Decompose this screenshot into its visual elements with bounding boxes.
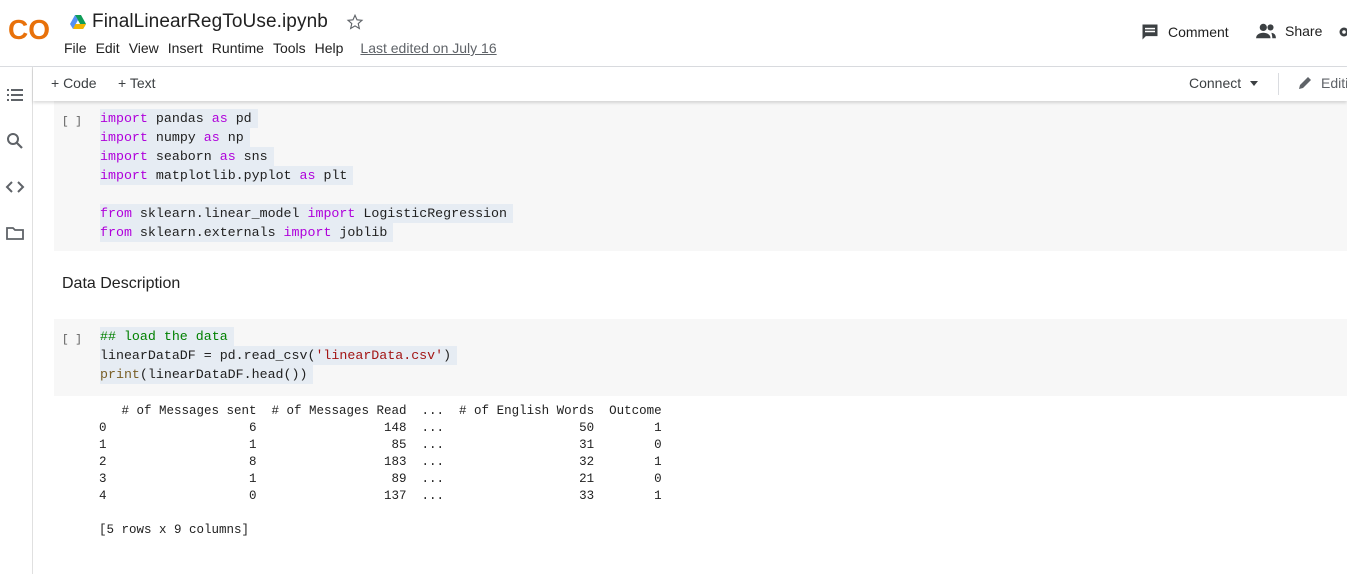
settings-icon[interactable] xyxy=(1338,25,1347,39)
search-icon[interactable] xyxy=(5,131,25,151)
code-line: import matplotlib.pyplot as plt xyxy=(100,166,354,185)
code-editor[interactable]: import pandas as pd import numpy as np imp… xyxy=(100,109,513,242)
connect-label: Connect xyxy=(1189,75,1242,91)
comment-icon xyxy=(1142,24,1158,40)
code-line: print(linearDataDF.head()) xyxy=(100,365,314,384)
menu-tools[interactable]: Tools xyxy=(273,40,313,56)
menu-view[interactable]: View xyxy=(129,40,166,56)
toolbar-divider xyxy=(1278,73,1279,95)
code-token: print xyxy=(100,367,140,382)
files-icon[interactable] xyxy=(5,223,25,243)
code-line: linearDataDF = pd.read_csv('linearData.c… xyxy=(100,346,458,365)
header: CO FinalLinearRegToUse.ipynb File Edit V… xyxy=(0,0,1347,67)
star-icon[interactable] xyxy=(346,13,364,31)
code-line: import numpy as np xyxy=(100,128,250,147)
pencil-icon xyxy=(1299,77,1311,89)
code-token: linearDataDF = pd.read_csv( xyxy=(100,348,316,363)
code-cell-imports[interactable]: [ ] import pandas as pd import numpy as n… xyxy=(54,101,1347,251)
code-token: np xyxy=(227,130,244,145)
menu-insert[interactable]: Insert xyxy=(168,40,210,56)
run-cell-button[interactable]: [ ] xyxy=(62,116,82,128)
code-token: from xyxy=(100,225,132,240)
toc-icon[interactable] xyxy=(5,85,25,105)
notebook-main: [ ] import pandas as pd import numpy as n… xyxy=(33,101,1347,574)
code-token: as xyxy=(299,168,316,183)
comment-label: Comment xyxy=(1168,24,1229,40)
code-token: pandas xyxy=(155,111,212,126)
code-token: sklearn.externals xyxy=(139,225,284,240)
code-token: import xyxy=(100,111,148,126)
code-token: as xyxy=(211,111,228,126)
share-icon xyxy=(1256,23,1276,39)
code-token: import xyxy=(100,149,148,164)
code-token: pd xyxy=(235,111,252,126)
code-token: (linearDataDF.head()) xyxy=(139,367,308,382)
drive-icon[interactable] xyxy=(70,15,86,29)
code-token: matplotlib.pyplot xyxy=(155,168,300,183)
code-token: ) xyxy=(443,348,452,363)
title-row: FinalLinearRegToUse.ipynb xyxy=(70,9,364,35)
code-token: seaborn xyxy=(155,149,220,164)
menu-runtime[interactable]: Runtime xyxy=(212,40,271,56)
code-line: from sklearn.externals import joblib xyxy=(100,223,394,242)
code-cell-load[interactable]: [ ] ## load the data linearDataDF = pd.re… xyxy=(54,319,1347,396)
run-cell-button[interactable]: [ ] xyxy=(62,334,82,346)
code-token: import xyxy=(283,225,332,240)
code-token: sns xyxy=(243,149,268,164)
code-token: as xyxy=(219,149,236,164)
notebook-title[interactable]: FinalLinearRegToUse.ipynb xyxy=(92,11,328,33)
code-snippets-icon[interactable] xyxy=(5,177,25,197)
share-button[interactable]: Share xyxy=(1255,22,1322,40)
code-token: import xyxy=(307,206,356,221)
code-token: numpy xyxy=(155,130,204,145)
add-text-button[interactable]: + Text xyxy=(118,75,156,91)
connect-button[interactable]: Connect xyxy=(1189,75,1263,91)
code-token: as xyxy=(203,130,220,145)
code-token: 'linearData.csv' xyxy=(315,348,444,363)
add-code-button[interactable]: + Code xyxy=(51,75,97,91)
code-token: ## load the data xyxy=(100,329,228,344)
menu-edit[interactable]: Edit xyxy=(96,40,127,56)
dropdown-icon xyxy=(1250,81,1259,86)
menu-help[interactable]: Help xyxy=(315,40,351,56)
code-line: import seaborn as sns xyxy=(100,147,274,166)
code-token: LogisticRegression xyxy=(363,206,507,221)
last-edited-link[interactable]: Last edited on July 16 xyxy=(360,40,496,56)
menubar: File Edit View Insert Runtime Tools Help… xyxy=(64,40,497,56)
colab-logo[interactable]: CO xyxy=(8,14,52,44)
code-editor[interactable]: ## load the data linearDataDF = pd.read_c… xyxy=(100,327,458,384)
code-token: sklearn.linear_model xyxy=(139,206,308,221)
comment-button[interactable]: Comment xyxy=(1140,22,1229,42)
menu-file[interactable]: File xyxy=(64,40,94,56)
logo-text: CO xyxy=(8,14,50,44)
left-sidebar xyxy=(0,67,33,574)
editing-button[interactable]: Editi xyxy=(1297,75,1347,91)
cell-output: # of Messages sent # of Messages Read ..… xyxy=(99,404,662,537)
code-token: import xyxy=(100,168,148,183)
code-token: import xyxy=(100,130,148,145)
code-token: from xyxy=(100,206,132,221)
code-line: from sklearn.linear_model import Logisti… xyxy=(100,204,513,223)
code-token: plt xyxy=(323,168,348,183)
code-token: joblib xyxy=(339,225,388,240)
editing-label: Editi xyxy=(1321,75,1347,91)
share-label: Share xyxy=(1285,23,1323,39)
code-line: ## load the data xyxy=(100,327,234,346)
notebook-toolbar: + Code + Text Connect Editi xyxy=(33,67,1347,101)
code-line: import pandas as pd xyxy=(100,109,258,128)
text-cell-heading[interactable]: Data Description xyxy=(62,275,180,293)
